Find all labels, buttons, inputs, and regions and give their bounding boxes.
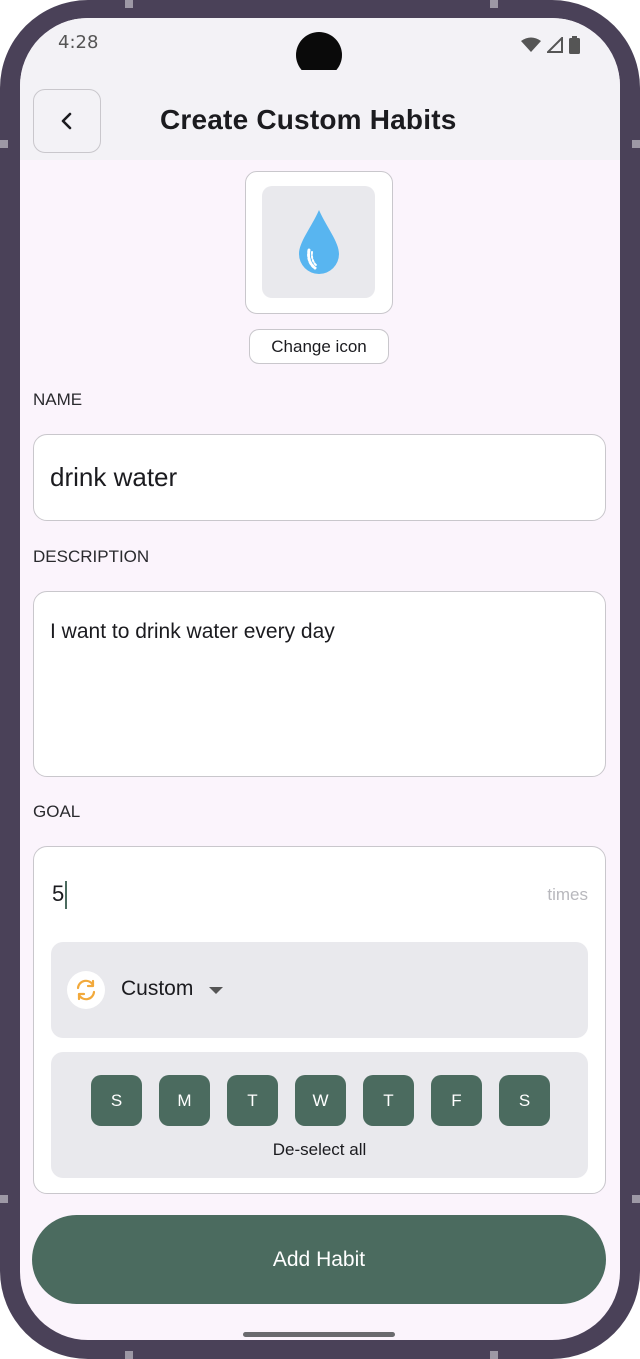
- gesture-bar: [243, 1332, 395, 1337]
- name-field[interactable]: drink water: [33, 434, 606, 521]
- repeat-dropdown[interactable]: Custom: [51, 942, 588, 1038]
- water-drop-icon: [298, 210, 339, 274]
- frame-nub: [125, 1351, 133, 1359]
- signal-icon: [547, 37, 563, 53]
- change-icon-button[interactable]: Change icon: [249, 329, 389, 364]
- screen: 4:28 Create Custom Habits Change icon NA…: [20, 18, 620, 1340]
- frame-nub: [0, 140, 8, 148]
- app-bar: Create Custom Habits: [20, 70, 620, 160]
- add-habit-button[interactable]: Add Habit: [32, 1215, 606, 1304]
- day-chip-friday[interactable]: F: [431, 1075, 482, 1126]
- wifi-icon: [521, 37, 541, 52]
- name-label: NAME: [33, 390, 83, 409]
- goal-card: 5 times Custom S M T W T F S De-select a…: [33, 846, 606, 1194]
- name-value: drink water: [50, 462, 178, 492]
- goal-unit: times: [547, 885, 588, 904]
- frame-nub: [0, 1195, 8, 1203]
- frame-nub: [490, 1351, 498, 1359]
- day-chip-tuesday[interactable]: T: [227, 1075, 278, 1126]
- repeat-label: Custom: [121, 977, 194, 1000]
- description-label: DESCRIPTION: [33, 547, 150, 566]
- caret-down-icon: [209, 987, 223, 994]
- day-chip-thursday[interactable]: T: [363, 1075, 414, 1126]
- day-chip-wednesday[interactable]: W: [295, 1075, 346, 1126]
- description-field[interactable]: I want to drink water every day: [33, 591, 606, 777]
- goal-value: 5: [52, 881, 65, 906]
- frame-nub: [632, 140, 640, 148]
- battery-icon: [569, 36, 580, 54]
- text-cursor: [65, 881, 68, 910]
- status-time: 4:28: [58, 32, 99, 53]
- chevron-left-icon: [61, 112, 72, 130]
- day-chip-saturday[interactable]: S: [499, 1075, 550, 1126]
- frame-nub: [125, 0, 133, 8]
- frame-nub: [632, 1195, 640, 1203]
- habit-icon-preview: [262, 186, 375, 298]
- back-button[interactable]: [33, 89, 101, 153]
- goal-label: GOAL: [33, 802, 81, 821]
- day-selector: S M T W T F S De-select all: [51, 1052, 588, 1178]
- frame-nub: [490, 0, 498, 8]
- repeat-icon-badge: [67, 971, 105, 1009]
- goal-input[interactable]: 5: [52, 881, 68, 910]
- repeat-icon: [76, 979, 96, 1001]
- status-icons: [521, 36, 580, 54]
- day-chip-row: S M T W T F S: [91, 1075, 550, 1126]
- page-title: Create Custom Habits: [160, 104, 457, 135]
- description-value: I want to drink water every day: [50, 620, 335, 643]
- habit-icon-card[interactable]: [245, 171, 393, 314]
- day-chip-monday[interactable]: M: [159, 1075, 210, 1126]
- deselect-all-link[interactable]: De-select all: [51, 1140, 588, 1160]
- day-chip-sunday[interactable]: S: [91, 1075, 142, 1126]
